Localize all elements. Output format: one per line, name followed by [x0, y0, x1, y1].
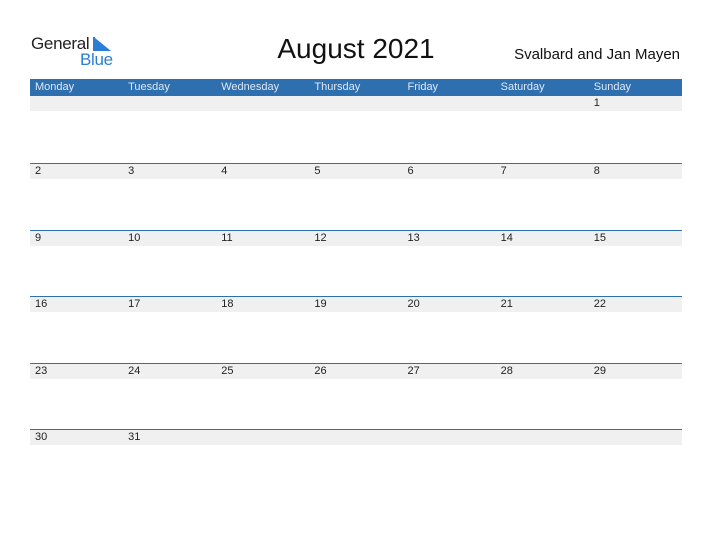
weekday-friday: Friday — [407, 81, 439, 93]
day-cell: 26 — [314, 364, 327, 377]
day-cell: 30 — [35, 431, 48, 444]
day-cell: 8 — [593, 165, 600, 177]
day-cell — [216, 96, 309, 111]
day-cell: 14 — [500, 231, 513, 244]
week-row: 16 17 18 19 20 21 22 — [30, 296, 682, 363]
day-cell: 25 — [221, 364, 234, 377]
day-cell: 28 — [500, 364, 513, 377]
weekday-thursday: Thursday — [314, 81, 361, 93]
day-cell: 12 — [314, 231, 327, 244]
day-cell: 31 — [128, 431, 141, 444]
weekday-sunday: Sunday — [593, 81, 632, 93]
weekday-monday: Monday — [35, 81, 75, 93]
day-cell: 6 — [407, 165, 414, 177]
day-cell — [309, 430, 402, 445]
day-cell: 9 — [35, 231, 42, 244]
day-cell: 2 — [35, 165, 42, 177]
weekday-header: Monday Tuesday Wednesday Thursday Friday… — [30, 79, 682, 96]
weekday-wednesday: Wednesday — [221, 81, 280, 93]
calendar-grid: Monday Tuesday Wednesday Thursday Friday… — [30, 79, 682, 496]
day-cell — [403, 96, 496, 111]
weekday-saturday: Saturday — [500, 81, 545, 93]
day-cell — [496, 430, 589, 445]
date-strip: 1 — [30, 96, 682, 111]
date-strip: 9 10 11 12 13 14 15 — [30, 229, 682, 246]
day-cell: 17 — [128, 298, 141, 311]
day-cell: 11 — [221, 231, 233, 244]
day-cell — [216, 430, 309, 445]
day-cell: 3 — [128, 165, 135, 177]
day-cell: 22 — [593, 298, 606, 311]
day-cell: 5 — [314, 165, 321, 177]
day-cell: 20 — [407, 298, 420, 311]
date-strip: 2 3 4 5 6 7 8 — [30, 163, 682, 179]
date-strip: 16 17 18 19 20 21 22 — [30, 296, 682, 313]
day-cell — [309, 96, 402, 111]
date-strip: 30 31 — [30, 429, 682, 446]
day-cell — [589, 430, 682, 445]
weekday-tuesday: Tuesday — [128, 81, 170, 93]
day-cell: 19 — [314, 298, 327, 311]
day-cell — [496, 96, 589, 111]
day-cell: 16 — [35, 298, 48, 311]
week-row: 30 31 — [30, 429, 682, 496]
week-row: 9 10 11 12 13 14 15 — [30, 229, 682, 297]
week-row: 2 3 4 5 6 7 8 — [30, 163, 682, 230]
region-label: Svalbard and Jan Mayen — [514, 46, 680, 63]
day-cell: 13 — [407, 231, 420, 244]
day-cell: 27 — [407, 364, 420, 377]
day-cell: 29 — [593, 364, 606, 377]
day-cell — [30, 96, 123, 111]
day-cell: 23 — [35, 364, 48, 377]
day-cell — [123, 96, 216, 111]
day-cell: 4 — [221, 165, 228, 177]
week-row: 1 — [30, 96, 682, 163]
day-cell: 21 — [500, 298, 513, 311]
day-cell: 10 — [128, 231, 141, 244]
day-cell: 18 — [221, 298, 234, 311]
weeks-container: 1 2 3 4 5 6 7 8 9 10 11 12 13 14 15 16 17 18 19 20 21 22 23 24 2… — [30, 96, 682, 496]
week-row: 23 24 25 26 27 28 29 — [30, 362, 682, 430]
day-cell: 1 — [593, 97, 600, 109]
date-strip: 23 24 25 26 27 28 29 — [30, 362, 682, 379]
day-cell: 24 — [128, 364, 141, 377]
day-cell: 7 — [500, 165, 507, 177]
day-cell — [403, 430, 496, 445]
day-cell: 15 — [593, 231, 606, 244]
